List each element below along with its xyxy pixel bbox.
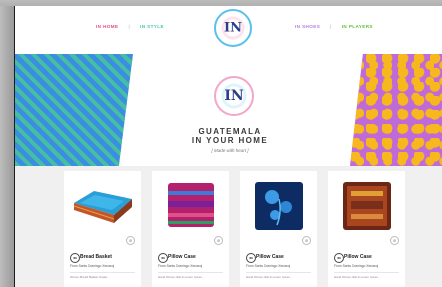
product-origin: From Santo Domingo Xenacoj [246, 264, 291, 268]
product-card[interactable]: ⊕ IN Pillow Case From Santo Domingo Xena… [328, 171, 405, 287]
add-to-cart-icon[interactable]: ⊕ [126, 236, 135, 245]
product-image-pillow-blue[interactable] [246, 177, 311, 235]
product-name[interactable]: Pillow Case [168, 254, 196, 260]
card-divider [334, 272, 399, 273]
pink-pillow-illustration [168, 183, 214, 227]
nav-link-in-shoes[interactable]: IN SHOES [295, 24, 320, 29]
brand-badge-icon: IN [246, 253, 256, 263]
banner-logo-text: IN [224, 88, 244, 104]
banner-title-line2: IN YOUR HOME [191, 136, 269, 145]
product-name[interactable]: Pillow Case [256, 254, 284, 260]
product-card[interactable]: ⊕ IN Pillow Case From Santo Domingo Xena… [152, 171, 229, 287]
nav-link-in-style[interactable]: IN STYLE [140, 24, 164, 29]
brand-badge-icon: IN [70, 253, 80, 263]
web-page: IN HOME | IN STYLE IN IN SHOES | IN PLAYERS … [15, 6, 442, 287]
site-header: IN HOME | IN STYLE IN IN SHOES | IN PLAYERS [15, 6, 442, 50]
product-description: Hand Woven Ikat & Lorem Ipsum... [334, 275, 381, 279]
browser-frame-left [0, 0, 14, 287]
product-card[interactable]: ⊕ IN Pillow Case From Santo Domingo Xena… [240, 171, 317, 287]
product-origin: From Santo Domingo Xenacoj [158, 264, 203, 268]
add-to-cart-icon[interactable]: ⊕ [214, 236, 223, 245]
textile-pattern-left [15, 54, 133, 166]
product-name[interactable]: Bread Basket [80, 254, 112, 260]
product-image-pillow-pink[interactable] [158, 177, 223, 235]
blue-pillow-illustration [255, 182, 303, 230]
logo-text: IN [224, 20, 242, 36]
product-description: Hand Woven Ikat & Lorem Ipsum... [158, 275, 205, 279]
product-name[interactable]: Pillow Case [344, 254, 372, 260]
brown-pillow-illustration [343, 182, 391, 230]
hero-banner: IN GUATEMALA IN YOUR HOME [ Made with he… [15, 54, 442, 166]
brand-badge-icon: IN [158, 253, 168, 263]
nav-right: IN SHOES | IN PLAYERS [295, 24, 373, 29]
site-logo[interactable]: IN [214, 9, 252, 47]
nav-link-in-home[interactable]: IN HOME [96, 24, 118, 29]
product-image-pillow-brown[interactable] [334, 177, 399, 235]
leopard-pattern-right [350, 54, 442, 166]
product-description: Hand Woven Ikat & Lorem Ipsum... [246, 275, 293, 279]
nav-separator: | [128, 24, 131, 29]
product-grid: ⊕ IN Bread Basket From Santo Domingo Xen… [15, 166, 442, 287]
card-divider [246, 272, 311, 273]
product-card[interactable]: ⊕ IN Bread Basket From Santo Domingo Xen… [64, 171, 141, 287]
nav-separator: | [330, 24, 332, 29]
card-divider [70, 272, 135, 273]
add-to-cart-icon[interactable]: ⊕ [302, 236, 311, 245]
banner-subtitle: [ Made with heart ] [211, 148, 249, 153]
add-to-cart-icon[interactable]: ⊕ [390, 236, 399, 245]
product-description: Woven Bread Basket Guate... [70, 275, 110, 279]
bread-basket-illustration [73, 191, 132, 223]
brand-badge-icon: IN [334, 253, 344, 263]
product-origin: From Santo Domingo Xenacoj [70, 264, 115, 268]
card-divider [158, 272, 223, 273]
product-origin: From Santo Domingo Xenacoj [334, 264, 379, 268]
product-image-bread-basket[interactable] [70, 177, 135, 235]
nav-left: IN HOME | IN STYLE [96, 24, 164, 29]
banner-logo: IN [214, 76, 254, 116]
nav-link-in-players[interactable]: IN PLAYERS [342, 24, 373, 29]
